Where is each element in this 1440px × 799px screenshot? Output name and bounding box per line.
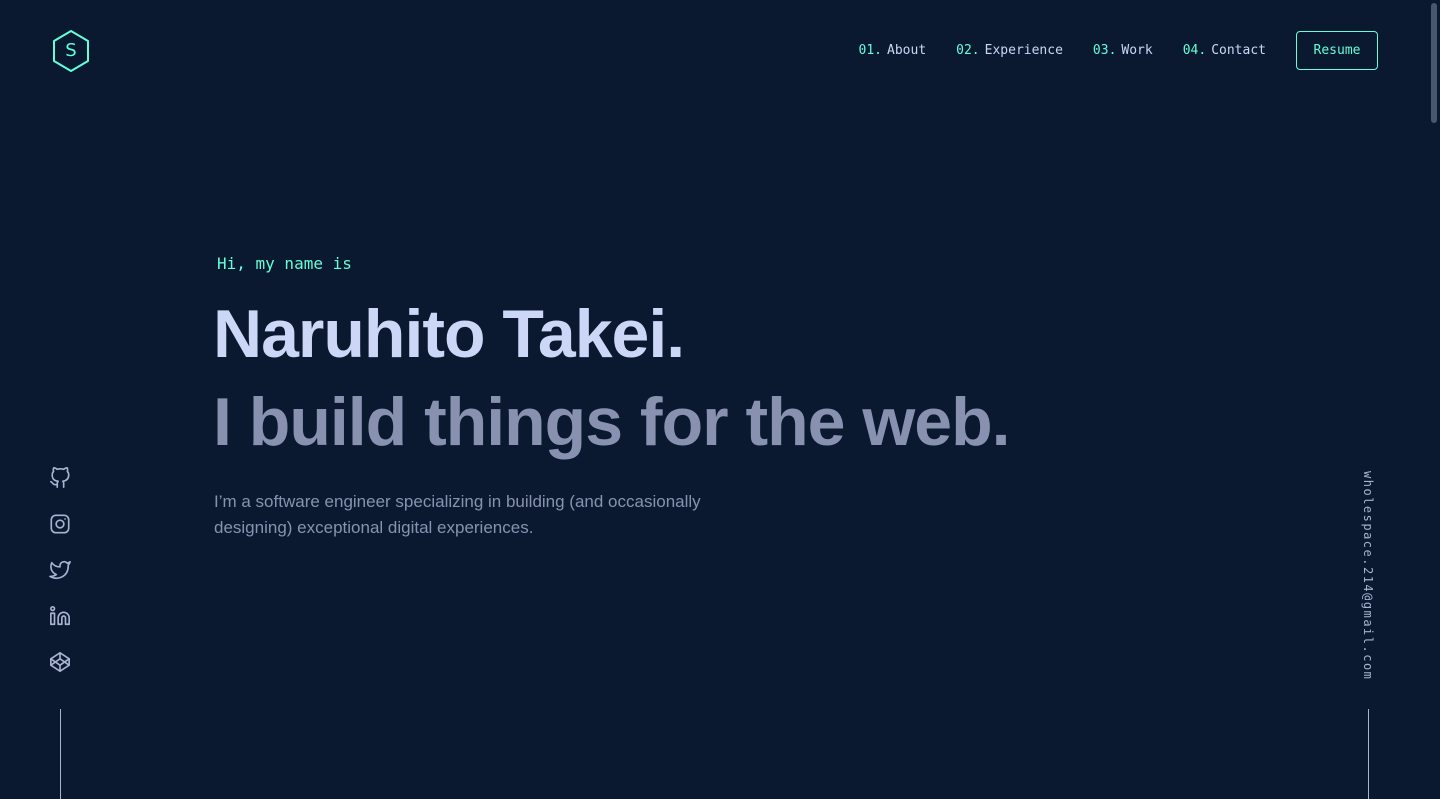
instagram-icon: [50, 514, 70, 534]
nav-item-work[interactable]: 03. Work: [1093, 43, 1153, 58]
github-link[interactable]: [48, 466, 72, 490]
nav-number: 04.: [1182, 42, 1207, 58]
main-nav: 01. About 02. Experience 03. Work 04. Contac…: [859, 40, 1266, 60]
page-scrollbar[interactable]: [1428, 0, 1440, 799]
hero-description: I’m a software engineer specializing in …: [214, 492, 701, 537]
nav-number: 01.: [858, 42, 883, 58]
logo-link[interactable]: S: [51, 29, 91, 73]
hero-greeting: Hi, my name is: [217, 254, 352, 273]
hero-name: Naruhito Takei.: [213, 296, 685, 372]
nav-number: 02.: [956, 42, 980, 58]
social-divider-line: [60, 709, 61, 799]
linkedin-link[interactable]: [48, 604, 72, 628]
nav-label: Experience: [984, 42, 1063, 58]
nav-number: 03.: [1092, 42, 1117, 58]
nav-label: About: [887, 42, 927, 58]
nav-item-experience[interactable]: 02. Experience: [956, 43, 1063, 58]
nav-label: Contact: [1211, 42, 1266, 58]
email-link[interactable]: wholespace.214@gmail.com: [1354, 471, 1382, 681]
nav-item-about[interactable]: 01. About: [859, 43, 927, 58]
nav-item-contact[interactable]: 04. Contact: [1183, 43, 1266, 58]
twitter-icon: [49, 560, 71, 580]
logo-letter: S: [65, 40, 77, 61]
github-icon: [50, 467, 70, 488]
resume-button[interactable]: Resume: [1296, 31, 1378, 70]
linkedin-icon: [50, 606, 70, 626]
codepen-link[interactable]: [48, 650, 72, 674]
codepen-icon: [50, 652, 70, 672]
twitter-link[interactable]: [48, 558, 72, 582]
scrollbar-thumb[interactable]: [1431, 3, 1437, 123]
email-divider-line: [1368, 709, 1369, 799]
nav-label: Work: [1121, 42, 1153, 58]
hero-tagline: I build things for the web.: [213, 384, 1011, 460]
instagram-link[interactable]: [48, 512, 72, 536]
social-links: [40, 466, 80, 696]
